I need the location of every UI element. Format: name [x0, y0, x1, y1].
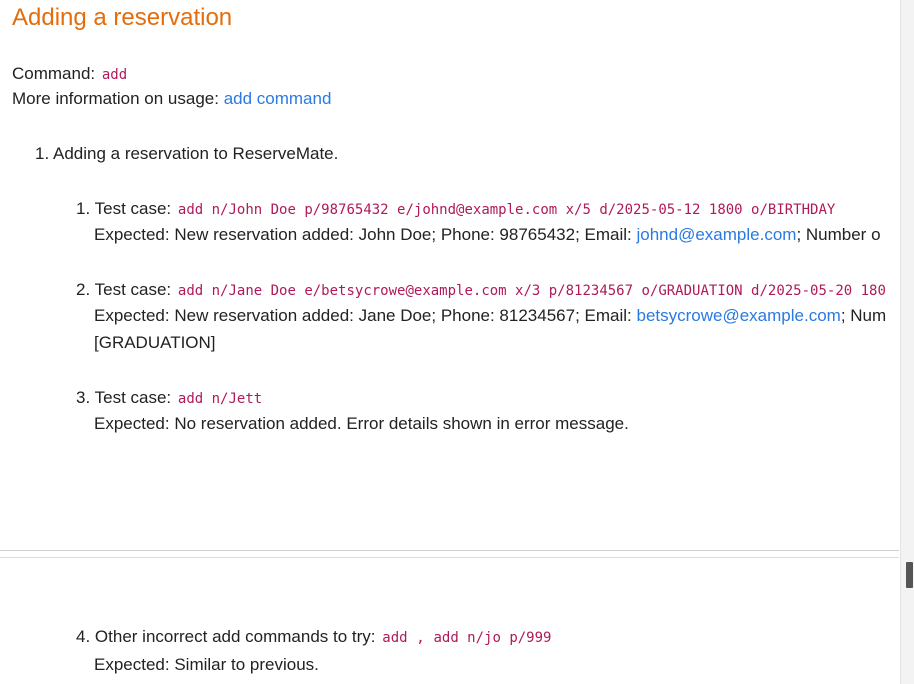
expected-text-tail: ; Number o: [796, 225, 881, 244]
expected-label: Expected:: [94, 306, 170, 325]
expected-text-tail: ; Num: [840, 306, 887, 325]
other-code-a: add: [382, 630, 408, 646]
expected-label: Expected:: [94, 414, 170, 433]
command-code: add: [101, 67, 128, 83]
expected-text: New reservation added: John Doe; Phone: …: [174, 225, 632, 244]
section-item: 1. Adding a reservation to ReserveMate.: [35, 143, 338, 165]
test-case-code: add n/Jett: [177, 391, 263, 407]
page-break-line: [0, 557, 899, 558]
expected-label: Expected:: [94, 655, 170, 674]
test-case-3: 3. Test case: add n/Jett: [76, 387, 264, 410]
expected-2-continuation: [GRADUATION]: [94, 333, 216, 352]
other-code-b: add n/jo p/999: [433, 630, 552, 646]
expected-2: Expected: New reservation added: Jane Do…: [94, 305, 886, 327]
vertical-scrollbar[interactable]: [900, 0, 914, 684]
expected-text: Similar to previous.: [174, 655, 319, 674]
command-label: Command:: [12, 64, 96, 83]
expected-1: Expected: New reservation added: John Do…: [94, 224, 881, 246]
test-case-number: 2.: [76, 280, 91, 299]
section-number: 1.: [35, 144, 50, 163]
other-label: Other incorrect add commands to try:: [94, 627, 376, 646]
test-case-number: 1.: [76, 199, 91, 218]
test-case-number: 3.: [76, 388, 91, 407]
test-case-code: add n/Jane Doe e/betsycrowe@example.com …: [177, 283, 886, 299]
test-case-2: 2. Test case: add n/Jane Doe e/betsycrow…: [76, 279, 888, 302]
item-number: 4.: [76, 627, 91, 646]
expected-3: Expected: No reservation added. Error de…: [94, 413, 629, 435]
test-case-label: Test case:: [94, 199, 172, 218]
expected-text: New reservation added: Jane Doe; Phone: …: [174, 306, 632, 325]
email-link[interactable]: betsycrowe@example.com: [636, 306, 840, 325]
expected-label: Expected:: [94, 225, 170, 244]
test-case-1: 1. Test case: add n/John Doe p/98765432 …: [76, 198, 837, 221]
other-separator: ,: [416, 630, 425, 646]
test-case-label: Test case:: [94, 388, 172, 407]
add-command-link[interactable]: add command: [224, 89, 332, 108]
scrollbar-thumb[interactable]: [906, 562, 913, 588]
expected-text: No reservation added. Error details show…: [174, 414, 629, 433]
email-link[interactable]: johnd@example.com: [636, 225, 796, 244]
usage-label: More information on usage:: [12, 89, 219, 108]
command-line: Command: add: [12, 63, 129, 86]
page-break-line: [0, 550, 899, 551]
expected-4: Expected: Similar to previous.: [94, 654, 319, 676]
usage-line: More information on usage: add command: [12, 88, 331, 110]
document-page: Adding a reservation Command: add More i…: [0, 0, 900, 684]
test-case-label: Test case:: [94, 280, 172, 299]
other-commands-item: 4. Other incorrect add commands to try: …: [76, 626, 553, 649]
test-case-code: add n/John Doe p/98765432 e/johnd@exampl…: [177, 202, 836, 218]
section-text: Adding a reservation to ReserveMate.: [52, 144, 339, 163]
page-title: Adding a reservation: [12, 4, 233, 31]
